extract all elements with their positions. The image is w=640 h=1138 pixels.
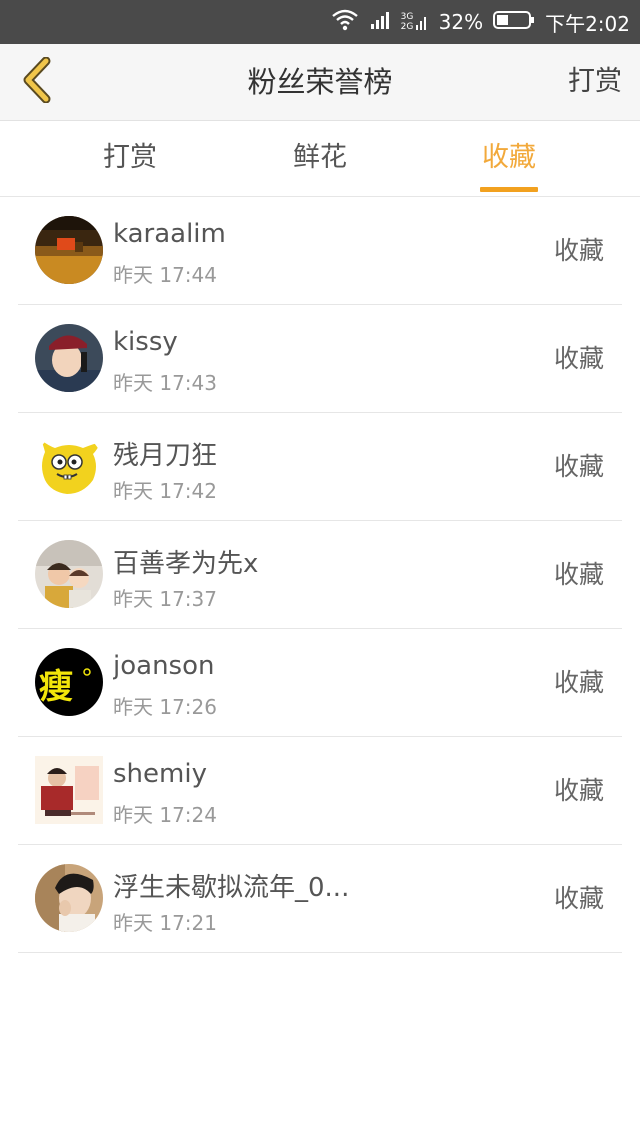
list-item[interactable]: 浮生未歇拟流年_0... 昨天 17:21 收藏 xyxy=(18,845,622,953)
action-type: 收藏 xyxy=(553,668,604,697)
tip-button[interactable]: 打赏 xyxy=(568,44,622,120)
timestamp: 昨天 17:24 xyxy=(113,803,217,827)
action-type: 收藏 xyxy=(553,344,604,373)
timestamp: 昨天 17:44 xyxy=(113,263,217,287)
avatar[interactable] xyxy=(35,324,103,392)
list-item[interactable]: kissy 昨天 17:43 收藏 xyxy=(18,305,622,413)
signal-icon xyxy=(369,9,391,35)
tab-bar: 打赏 鲜花 收藏 xyxy=(0,121,640,197)
avatar[interactable] xyxy=(35,756,103,824)
timestamp: 昨天 17:43 xyxy=(113,371,217,395)
page-title: 粉丝荣誉榜 xyxy=(247,65,393,99)
tab-label: 收藏 xyxy=(482,142,536,173)
status-bar: 3G 2G 32% 下午2:02 xyxy=(0,0,640,44)
list-item[interactable]: 百善孝为先x 昨天 17:37 收藏 xyxy=(18,521,622,629)
username: shemiy xyxy=(113,759,207,789)
username: 浮生未歇拟流年_0... xyxy=(113,873,350,903)
username: karaalim xyxy=(113,219,226,249)
avatar[interactable] xyxy=(35,540,103,608)
timestamp: 昨天 17:42 xyxy=(113,479,217,503)
action-type: 收藏 xyxy=(553,452,604,481)
username: 百善孝为先x xyxy=(113,549,259,579)
avatar[interactable] xyxy=(35,864,103,932)
svg-text:瘦: 瘦 xyxy=(39,667,73,707)
tab-label: 鲜花 xyxy=(293,142,347,173)
list-item[interactable]: shemiy 昨天 17:24 收藏 xyxy=(18,737,622,845)
timestamp: 昨天 17:26 xyxy=(113,695,217,719)
username: kissy xyxy=(113,327,178,357)
wifi-icon xyxy=(331,9,359,35)
fan-list: karaalim 昨天 17:44 收藏 kissy 昨天 17:43 收藏 残… xyxy=(0,197,640,953)
avatar[interactable] xyxy=(35,432,103,500)
battery-percent: 32% xyxy=(438,10,484,34)
list-item[interactable]: 残月刀狂 昨天 17:42 收藏 xyxy=(18,413,622,521)
tab-label: 打赏 xyxy=(103,142,157,173)
timestamp: 昨天 17:21 xyxy=(113,911,217,935)
clock: 下午2:02 xyxy=(545,11,630,36)
battery-icon xyxy=(493,10,535,34)
action-type: 收藏 xyxy=(553,560,604,589)
username: joanson xyxy=(113,651,215,681)
tab-favorites[interactable]: 收藏 xyxy=(480,121,538,196)
list-item[interactable]: 瘦 joanson 昨天 17:26 收藏 xyxy=(18,629,622,737)
list-item[interactable]: karaalim 昨天 17:44 收藏 xyxy=(18,197,622,305)
action-type: 收藏 xyxy=(553,236,604,265)
username: 残月刀狂 xyxy=(113,441,218,471)
active-tab-indicator xyxy=(480,187,538,192)
header: 粉丝荣誉榜 打赏 xyxy=(0,44,640,121)
tab-tip[interactable]: 打赏 xyxy=(100,121,160,196)
action-type: 收藏 xyxy=(553,884,604,913)
avatar[interactable] xyxy=(35,216,103,284)
tab-flowers[interactable]: 鲜花 xyxy=(290,121,350,196)
network-type-icon: 3G 2G xyxy=(401,12,429,32)
timestamp: 昨天 17:37 xyxy=(113,587,217,611)
avatar[interactable]: 瘦 xyxy=(35,648,103,716)
action-type: 收藏 xyxy=(553,776,604,805)
